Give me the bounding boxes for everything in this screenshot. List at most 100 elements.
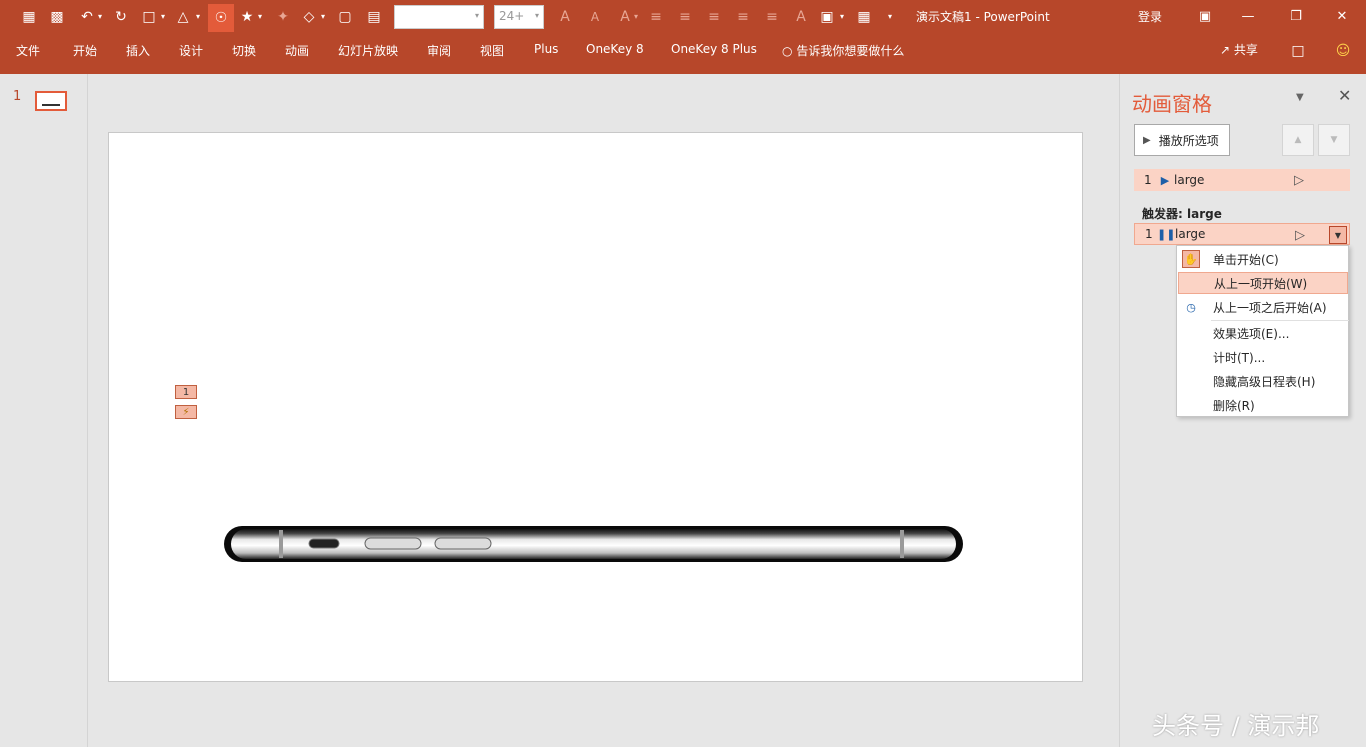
align-right-icon[interactable]: ≡: [703, 6, 725, 28]
tab-animations[interactable]: 动画: [285, 42, 309, 60]
timeline-marker-icon: ▷: [1294, 173, 1304, 188]
animation-dropdown-icon[interactable]: ▾: [258, 12, 262, 21]
title-bar: ▦ ▩ ↶ ▾ ↻ □ ▾ △ ▾ ☉ ★ ▾ ✦ ◇ ▾ ▢ ▤ ▾ 24+ …: [0, 0, 1366, 34]
animation-context-menu: ✋ 单击开始(C) 从上一项开始(W) ◷ 从上一项之后开始(A) 效果选项(E…: [1176, 245, 1349, 417]
watermark: 头条号 / 演示邦: [1152, 712, 1320, 740]
format-painter-icon[interactable]: □: [138, 6, 160, 28]
ribbon-tabs: 文件 开始 插入 设计 切换 动画 幻灯片放映 审阅 视图 Plus OneKe…: [0, 34, 1366, 74]
font-name-box[interactable]: ▾: [394, 5, 484, 29]
tab-slideshow[interactable]: 幻灯片放映: [338, 42, 398, 60]
share-button[interactable]: ↗ 共享: [1220, 41, 1258, 58]
trigger-list-item[interactable]: 1 ❚❚ large ▷ ▼: [1134, 223, 1350, 245]
tab-plus[interactable]: Plus: [534, 42, 558, 60]
font-color-icon[interactable]: A: [614, 6, 636, 28]
tab-file[interactable]: 文件: [16, 42, 40, 60]
font-size-value: 24+: [499, 9, 525, 23]
shape-icon[interactable]: △: [172, 6, 194, 28]
menu-item-start-with-previous[interactable]: 从上一项开始(W): [1178, 272, 1348, 294]
font-size-box[interactable]: 24+ ▾: [494, 5, 544, 29]
brush-icon[interactable]: ✦: [272, 6, 294, 28]
menu-label: 单击开始(C): [1213, 252, 1279, 267]
slide-thumbnail[interactable]: [35, 91, 67, 111]
layout-icon[interactable]: ▤: [363, 6, 385, 28]
pause-effect-icon: ❚❚: [1157, 227, 1176, 241]
document-title: 演示文稿1 - PowerPoint: [916, 10, 1050, 24]
indent-icon[interactable]: ≡: [761, 6, 783, 28]
share-label: 共享: [1233, 43, 1258, 57]
move-down-icon[interactable]: ▼: [1318, 124, 1350, 156]
undo-icon[interactable]: ↶: [76, 6, 98, 28]
align-center-icon[interactable]: ≡: [674, 6, 696, 28]
menu-item-remove[interactable]: 删除(R): [1178, 394, 1348, 416]
slide-canvas[interactable]: 1 ⚡: [108, 132, 1083, 682]
menu-item-timing[interactable]: 计时(T)...: [1178, 346, 1348, 368]
animation-list-item[interactable]: 1 ▶ large ▷: [1134, 169, 1350, 191]
play-selected-button[interactable]: ▶ 播放所选项: [1134, 124, 1230, 156]
menu-label: 从上一项之后开始(A): [1213, 300, 1327, 315]
textbox-dropdown-icon[interactable]: ▾: [840, 12, 844, 21]
font-color-dropdown-icon[interactable]: ▾: [634, 12, 638, 21]
tab-transitions[interactable]: 切换: [232, 42, 256, 60]
tab-design[interactable]: 设计: [179, 42, 203, 60]
move-up-icon[interactable]: ▲: [1282, 124, 1314, 156]
justify-icon[interactable]: ≡: [732, 6, 754, 28]
item-dropdown-icon[interactable]: ▼: [1329, 226, 1347, 244]
smiley-icon[interactable]: ☺: [1332, 40, 1354, 62]
eraser-icon[interactable]: ◇: [298, 6, 320, 28]
menu-divider: [1211, 320, 1349, 321]
tab-view[interactable]: 视图: [480, 42, 504, 60]
undo-dropdown-icon[interactable]: ▾: [98, 12, 102, 21]
menu-label: 隐藏高级日程表(H): [1213, 374, 1316, 389]
arrange-icon[interactable]: ▦: [853, 6, 875, 28]
close-icon[interactable]: ✕: [1322, 4, 1362, 28]
restore-icon[interactable]: ❐: [1276, 4, 1316, 28]
textbox-icon[interactable]: ▣: [816, 6, 838, 28]
tab-review[interactable]: 审阅: [427, 42, 451, 60]
trigger-icon[interactable]: ☉: [208, 4, 234, 32]
login-link[interactable]: 登录: [1138, 8, 1162, 25]
timeline-marker-icon: ▷: [1295, 228, 1305, 243]
slide-stage: 1 ⚡: [89, 74, 1119, 747]
menu-item-start-after-previous[interactable]: ◷ 从上一项之后开始(A): [1178, 296, 1348, 318]
phone-image[interactable]: [223, 524, 964, 564]
trigger-heading: 触发器: large: [1142, 207, 1222, 221]
save-icon[interactable]: ▦: [18, 6, 40, 28]
shrink-font-icon[interactable]: A: [584, 6, 606, 28]
tab-insert[interactable]: 插入: [126, 42, 150, 60]
mouse-click-icon: ✋: [1182, 250, 1200, 268]
tell-me-box[interactable]: ○ 告诉我你想要做什么: [782, 42, 904, 59]
format-dropdown-icon[interactable]: ▾: [161, 12, 165, 21]
trigger-tag-icon[interactable]: ⚡: [175, 405, 197, 419]
pane-options-icon[interactable]: ▼: [1296, 92, 1304, 103]
eraser-dropdown-icon[interactable]: ▾: [321, 12, 325, 21]
ribbon-display-icon[interactable]: ▣: [1185, 4, 1225, 28]
menu-label: 删除(R): [1213, 398, 1255, 413]
tab-home[interactable]: 开始: [73, 42, 97, 60]
share-icon: ↗: [1220, 43, 1231, 57]
pane-title: 动画窗格: [1132, 92, 1212, 116]
play-selected-label: 播放所选项: [1158, 133, 1219, 148]
pane-close-icon[interactable]: ✕: [1338, 86, 1351, 105]
menu-item-hide-timeline[interactable]: 隐藏高级日程表(H): [1178, 370, 1348, 392]
grow-font-icon[interactable]: A: [554, 6, 576, 28]
shape-dropdown-icon[interactable]: ▾: [196, 12, 200, 21]
redo-icon[interactable]: ↻: [110, 6, 132, 28]
tab-onekey8-plus[interactable]: OneKey 8 Plus: [671, 42, 757, 60]
save-as-icon[interactable]: ▩: [46, 6, 68, 28]
entrance-effect-icon: ▶: [1160, 173, 1170, 187]
minimize-icon[interactable]: —: [1228, 4, 1268, 28]
new-slide-icon[interactable]: ▢: [334, 6, 356, 28]
play-icon: ▶: [1143, 134, 1151, 146]
tab-onekey8[interactable]: OneKey 8: [586, 42, 644, 60]
menu-item-effect-options[interactable]: 效果选项(E)...: [1178, 322, 1348, 344]
text-direction-icon[interactable]: A: [790, 6, 812, 28]
comments-icon[interactable]: □: [1287, 40, 1309, 62]
slide-number: 1: [13, 89, 22, 104]
chevron-down-icon: ▾: [534, 11, 539, 20]
animation-effect-icon[interactable]: ★: [236, 6, 258, 28]
align-left-icon[interactable]: ≡: [645, 6, 667, 28]
animation-target: large: [1175, 227, 1206, 241]
menu-item-start-on-click[interactable]: ✋ 单击开始(C): [1178, 248, 1348, 270]
animation-order-tag[interactable]: 1: [175, 385, 197, 399]
customize-qat-icon[interactable]: ▾: [888, 12, 892, 21]
